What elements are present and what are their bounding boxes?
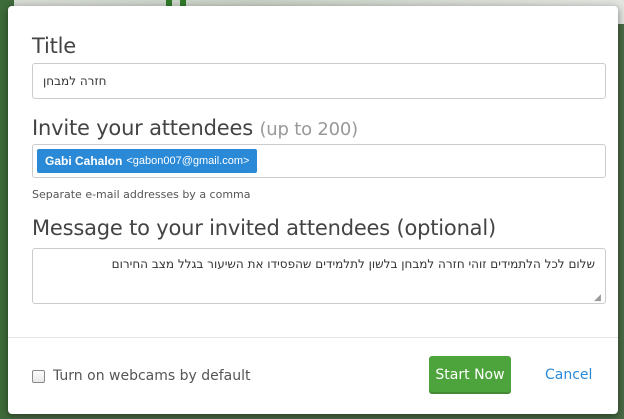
invite-dialog: Title חזרה למבחן Invite your attendees (…	[8, 6, 618, 414]
attendee-chip[interactable]: Gabi Cahalon <gabon007@gmail.com>	[37, 149, 258, 173]
title-input[interactable]: חזרה למבחן	[32, 63, 606, 99]
webcam-label: Turn on webcams by default	[53, 368, 251, 384]
message-label: Message to your invited attendees (optio…	[32, 216, 496, 240]
invite-help-text: Separate e-mail addresses by a comma	[32, 188, 251, 201]
cancel-link[interactable]: Cancel	[545, 367, 592, 383]
webcam-checkbox[interactable]	[32, 369, 45, 383]
message-textarea[interactable]: שלום לכל הלתמידים זוהי חזרה למבחן בלשון …	[32, 248, 606, 304]
invite-label-text: Invite your attendees	[32, 116, 253, 140]
attendee-name: Gabi Cahalon	[45, 154, 123, 168]
attendee-email: <gabon007@gmail.com>	[126, 155, 250, 167]
footer-divider	[8, 337, 618, 338]
resize-grip-icon[interactable]: ◢	[594, 292, 604, 302]
title-label: Title	[32, 34, 77, 58]
start-now-button[interactable]: Start Now	[429, 356, 511, 394]
invite-limit-hint: (up to 200)	[259, 119, 359, 140]
invite-label: Invite your attendees (up to 200)	[32, 116, 358, 140]
invite-input[interactable]: Gabi Cahalon <gabon007@gmail.com>	[32, 144, 606, 178]
webcam-option[interactable]: Turn on webcams by default	[32, 368, 251, 384]
